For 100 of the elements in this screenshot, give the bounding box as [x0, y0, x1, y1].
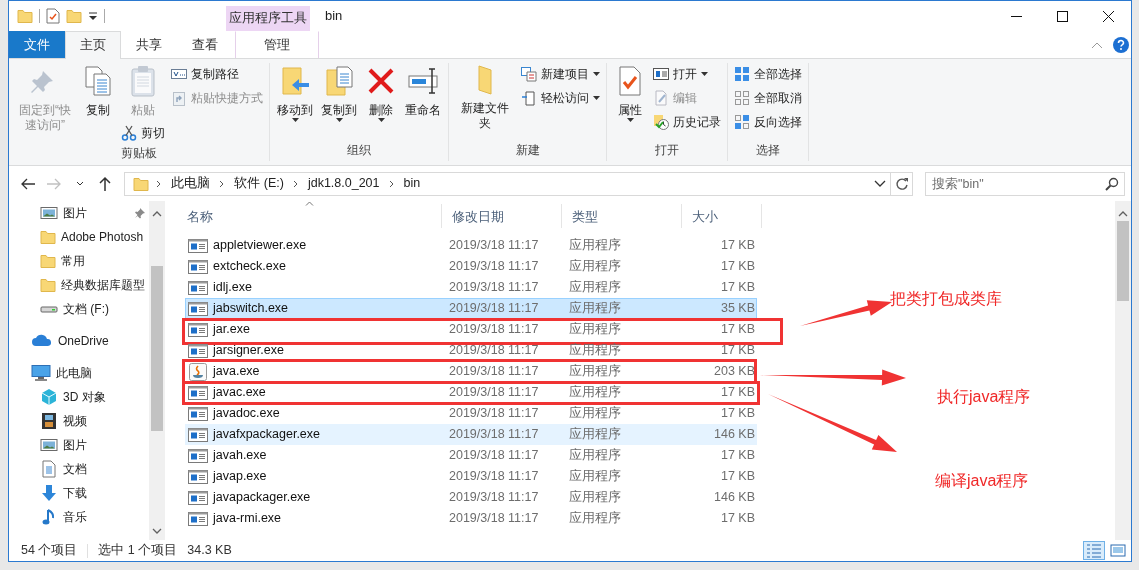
application-icon — [188, 321, 208, 338]
annotation-text: 执行java程序 — [937, 387, 1031, 407]
ribbon-tab[interactable]: 查看 — [177, 31, 233, 58]
nav-item[interactable]: 文档 (F:) — [9, 297, 149, 321]
folder-icon[interactable] — [17, 8, 33, 24]
file-row[interactable]: jabswitch.exe 2019/3/18 11:17 应用程序 35 KB — [185, 298, 757, 319]
cube-icon — [40, 388, 58, 406]
breadcrumb-link[interactable]: 软件 (E:) — [232, 174, 286, 193]
nav-item[interactable]: Adobe Photosh — [9, 225, 149, 249]
scroll-up-icon[interactable] — [152, 211, 162, 217]
column-header[interactable]: 名称 — [177, 204, 442, 228]
nav-item[interactable]: 音乐 — [9, 505, 149, 529]
column-header[interactable]: 类型 — [562, 204, 682, 228]
new-item-icon — [521, 66, 537, 82]
nav-item[interactable]: 视频 — [9, 409, 149, 433]
nav-item[interactable]: 下载 — [9, 481, 149, 505]
rename-icon — [407, 65, 439, 97]
ribbon-button[interactable]: 属性 — [611, 63, 649, 124]
customize-dropdown-icon[interactable] — [88, 11, 98, 21]
select-none-icon — [734, 90, 750, 106]
file-name: javafxpackager.exe — [213, 426, 320, 444]
large-icons-view-button[interactable] — [1107, 541, 1129, 560]
ribbon-tab[interactable]: 主页 — [65, 31, 121, 59]
refresh-button[interactable] — [891, 171, 913, 196]
refresh-icon — [894, 176, 909, 191]
date-cell-text: 2019/3/18 11:17 — [448, 300, 540, 318]
ribbon-button[interactable]: 剪切 — [119, 122, 167, 144]
ribbon-button[interactable]: 全部取消 — [732, 87, 804, 109]
nav-item[interactable]: 常用 — [9, 249, 149, 273]
folder-copy-icon — [323, 65, 355, 97]
size-cell-text: 17 KB — [719, 342, 756, 360]
nav-item[interactable]: 文档 — [9, 457, 149, 481]
file-row[interactable]: appletviewer.exe 2019/3/18 11:17 应用程序 17 KB — [185, 235, 757, 256]
nav-item[interactable]: 图片 — [9, 433, 149, 457]
size-cell-text: 35 KB — [719, 300, 756, 318]
ribbon-tab[interactable]: 文件 — [9, 31, 65, 58]
group-label: 打开 — [654, 142, 680, 159]
ribbon-button[interactable]: 反向选择 — [732, 111, 804, 133]
details-view-button[interactable] — [1083, 541, 1105, 560]
scroll-thumb[interactable] — [1117, 221, 1129, 301]
type-cell-text: 应用程序 — [568, 258, 622, 276]
ribbon-button[interactable]: 复制路径 — [169, 63, 265, 85]
column-header[interactable]: 大小 — [682, 204, 762, 228]
scroll-down-icon[interactable] — [152, 528, 162, 534]
ribbon-tab[interactable]: 共享 — [121, 31, 177, 58]
properties-icon[interactable] — [46, 8, 60, 24]
caret-icon — [291, 118, 299, 122]
scroll-thumb[interactable] — [151, 266, 163, 431]
file-row[interactable]: javafxpackager.exe 2019/3/18 11:17 应用程序 146 KB — [185, 424, 757, 445]
file-name: javac.exe — [213, 384, 266, 402]
folder-icon — [40, 229, 56, 245]
file-row[interactable]: javac.exe 2019/3/18 11:17 应用程序 17 KB — [185, 382, 757, 403]
nav-item[interactable]: OneDrive — [9, 329, 149, 353]
ribbon-button[interactable]: 新建项目 — [519, 63, 602, 85]
file-row[interactable]: idlj.exe 2019/3/18 11:17 应用程序 17 KB — [185, 277, 757, 298]
scroll-up-icon[interactable] — [1118, 211, 1128, 217]
ribbon-button[interactable]: 历史记录 — [651, 111, 723, 133]
ribbon-button[interactable]: 全部选择 — [732, 63, 804, 85]
ribbon-button[interactable]: 删除 — [362, 63, 400, 124]
column-header[interactable]: 修改日期 — [442, 204, 562, 228]
file-row[interactable]: javap.exe 2019/3/18 11:17 应用程序 17 KB — [185, 466, 757, 487]
folder-icon[interactable] — [66, 8, 82, 24]
file-row[interactable]: javadoc.exe 2019/3/18 11:17 应用程序 17 KB — [185, 403, 757, 424]
type-cell-text: 应用程序 — [568, 447, 622, 465]
help-icon[interactable] — [1113, 36, 1129, 53]
file-row[interactable]: extcheck.exe 2019/3/18 11:17 应用程序 17 KB — [185, 256, 757, 277]
type-cell-text: 应用程序 — [568, 489, 622, 507]
ribbon-button[interactable]: 新建文件夹 — [453, 63, 517, 133]
nav-item[interactable]: 3D 对象 — [9, 385, 149, 409]
scissors-icon — [121, 125, 137, 141]
type-cell-text: 应用程序 — [568, 405, 622, 423]
size-cell-text: 17 KB — [719, 405, 756, 423]
ribbon-button[interactable]: 复制 — [79, 63, 117, 120]
application-icon — [188, 510, 208, 527]
nav-item[interactable]: 此电脑 — [9, 361, 149, 385]
type-cell-text: 应用程序 — [568, 300, 622, 318]
search-icon — [1105, 176, 1119, 191]
breadcrumb-link[interactable]: bin — [401, 174, 423, 193]
collapse-ribbon-icon[interactable] — [1091, 40, 1103, 49]
size-cell-text: 17 KB — [719, 447, 756, 465]
breadcrumb-link[interactable]: jdk1.8.0_201 — [305, 174, 382, 193]
ribbon-button[interactable]: 复制到 — [318, 63, 360, 124]
nav-item[interactable]: 经典数据库题型 — [9, 273, 149, 297]
selection-count: 选中 1 个项目 — [98, 542, 178, 560]
file-row[interactable]: javapackager.exe 2019/3/18 11:17 应用程序 146 KB — [185, 487, 757, 508]
address-field[interactable]: 此电脑 软件 (E:) jdk1.8.0_201 bin — [124, 171, 892, 196]
ribbon-button[interactable]: 重命名 — [402, 63, 444, 120]
ribbon-button[interactable]: 轻松访问 — [519, 87, 602, 109]
search-field[interactable]: 搜索"bin" — [925, 171, 1125, 196]
breadcrumb-link[interactable]: 此电脑 — [169, 174, 213, 193]
file-row[interactable]: javah.exe 2019/3/18 11:17 应用程序 17 KB — [185, 445, 757, 466]
file-row[interactable]: jarsigner.exe 2019/3/18 11:17 应用程序 17 KB — [185, 340, 757, 361]
ribbon-button[interactable]: 移动到 — [274, 63, 316, 124]
nav-item[interactable]: 图片 — [9, 201, 149, 225]
file-name: jarsigner.exe — [213, 342, 284, 360]
file-row[interactable]: java.exe 2019/3/18 11:17 应用程序 203 KB — [185, 361, 757, 382]
ribbon-button[interactable]: 打开 — [651, 63, 723, 85]
caret-icon — [593, 96, 600, 100]
file-row[interactable]: java-rmi.exe 2019/3/18 11:17 应用程序 17 KB — [185, 508, 757, 529]
file-row[interactable]: jar.exe 2019/3/18 11:17 应用程序 17 KB — [185, 319, 757, 340]
